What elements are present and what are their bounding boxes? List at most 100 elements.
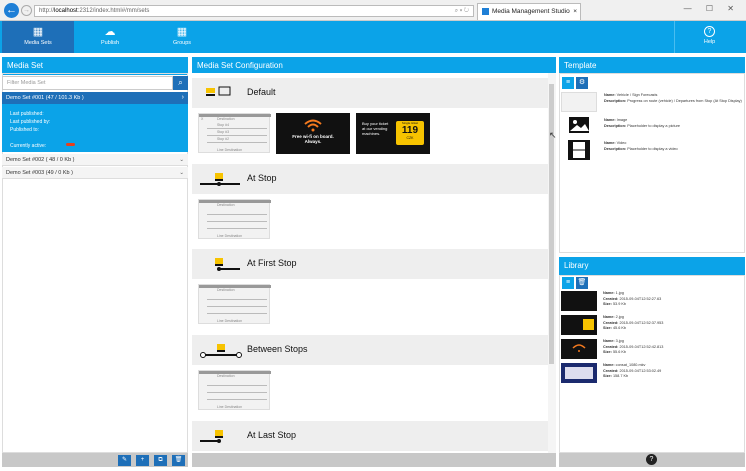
template-line — [207, 214, 267, 215]
file-name: 3.jpg — [615, 339, 624, 343]
media-set-item[interactable]: Demo Set #002 ( 48 / 0 Kb ) ⌄ — [2, 154, 188, 166]
description-label: Description: — [604, 98, 627, 103]
template-preview[interactable]: Destination Line Destination — [198, 370, 271, 410]
left-footer: ✎ + ⧉ 🗑 — [2, 453, 188, 467]
template-line — [207, 228, 267, 229]
currently-active-label: Currently active: — [10, 142, 188, 150]
library-item[interactable]: Name: 2.jpg Created: 2015-09-04T12:52:37… — [603, 315, 663, 332]
media-set-item-selected[interactable]: Demo Set #001 (47 / 101.3 Kb ) › — [2, 92, 188, 104]
wifi-icon — [572, 344, 586, 352]
back-button[interactable]: ← — [4, 3, 19, 18]
browser-chrome: ← → http://localhost:2312/index.html#/mm… — [0, 0, 746, 21]
center-scrollbar-thumb[interactable] — [549, 84, 554, 364]
template-text: Line Destination — [217, 234, 243, 238]
created-label: Created: — [603, 368, 619, 373]
tab-title: Media Management Studio — [492, 8, 570, 15]
template-line — [207, 306, 267, 307]
nav-media-sets[interactable]: ▦ Media Sets — [2, 21, 74, 53]
media-set-item[interactable]: Demo Set #003 (49 / 0 Kb ) ⌄ — [2, 167, 188, 179]
template-name: Video — [616, 141, 627, 145]
file-created: 2015-09-04T12:52:42.813 — [619, 344, 664, 349]
template-thumbnail[interactable] — [561, 92, 597, 112]
address-bar[interactable]: http://localhost:2312/index.html#/mm/set… — [34, 5, 474, 17]
bus-between-stops-icon — [200, 344, 242, 358]
price-value: 119 — [401, 125, 419, 136]
template-text: Destination — [217, 374, 235, 378]
library-thumbnail[interactable] — [561, 291, 597, 311]
template-text: Destination — [217, 117, 235, 121]
template-line — [207, 399, 267, 400]
library-thumbnail[interactable] — [561, 315, 597, 335]
template-item[interactable]: Name: Image Description: Placeholder to … — [604, 118, 742, 129]
template-text: X — [201, 117, 204, 121]
search-button[interactable]: ⌕ — [173, 76, 188, 90]
bus-at-first-stop-icon — [215, 258, 240, 271]
name-label: Name: — [603, 315, 615, 319]
template-text: Line Destination — [217, 319, 243, 323]
template-item[interactable]: Name: Video Description: Placeholder to … — [604, 141, 742, 152]
library-item[interactable]: Name: consat_1080.mkv Created: 2015-09-0… — [603, 363, 661, 380]
settings-button[interactable]: ⚙ — [576, 77, 588, 89]
chevron-right-icon: › — [181, 94, 184, 101]
ticket-ad-image[interactable]: Buy your ticket at our vending machines.… — [356, 113, 430, 154]
bus-at-last-stop-icon — [200, 430, 223, 443]
active-toggle-icon[interactable] — [65, 142, 75, 147]
url-rest: :2312/index.html#/mm/sets — [77, 8, 150, 14]
media-sets-icon: ▦ — [32, 26, 44, 38]
browser-tab[interactable]: Media Management Studio × — [477, 3, 581, 20]
url-controls[interactable]: ⌕ ▾ ↻ — [455, 6, 469, 16]
video-icon[interactable] — [568, 140, 590, 160]
template-line — [207, 221, 267, 222]
library-delete-button[interactable]: 🗑 — [576, 277, 588, 289]
nav-groups[interactable]: ▦ Groups — [146, 21, 218, 53]
state-label: At Stop — [247, 173, 277, 183]
state-default-header[interactable]: Default — [192, 78, 548, 108]
image-icon[interactable] — [568, 116, 590, 134]
library-list-view-button[interactable]: ≡ — [562, 277, 574, 289]
name-label: Name: — [603, 339, 615, 343]
nav-help[interactable]: ? Help — [674, 21, 744, 53]
template-preview[interactable]: Destination Line Destination — [198, 199, 271, 239]
last-published-by-label: Last published by: — [10, 119, 51, 125]
delete-button[interactable]: 🗑 — [172, 455, 185, 466]
filter-input[interactable]: Filter Media Set — [2, 76, 173, 90]
library-item[interactable]: Name: 3.jpg Created: 2015-09-04T12:52:42… — [603, 339, 663, 356]
add-button[interactable]: + — [136, 455, 149, 466]
url-prefix: http:// — [39, 8, 55, 14]
library-thumbnail[interactable] — [561, 363, 597, 383]
template-preview[interactable]: Destination Line Destination — [198, 284, 271, 324]
template-preview[interactable]: X Destination Stop #4 Stop #3 Stop #2 Li… — [198, 113, 271, 153]
state-at-stop-header[interactable]: At Stop — [192, 164, 548, 194]
template-line — [207, 142, 267, 143]
duplicate-button[interactable]: ⧉ — [154, 455, 167, 466]
file-name: 1.jpg — [615, 291, 624, 295]
wifi-ad-image[interactable]: Free wi-fi on board. Always. — [276, 113, 350, 154]
mouse-cursor-icon: ↖ — [549, 130, 557, 140]
template-text: Line Destination — [217, 148, 243, 152]
state-at-last-stop-header[interactable]: At Last Stop — [192, 421, 548, 451]
forward-button[interactable]: → — [21, 5, 32, 16]
edit-button[interactable]: ✎ — [118, 455, 131, 466]
library-item[interactable]: Name: 1.jpg Created: 2015-09-04T12:52:27… — [603, 291, 661, 308]
template-bar — [199, 285, 271, 288]
size-label: Size: — [603, 374, 612, 378]
center-footer — [192, 453, 556, 467]
price-badge: Single ticket 119 CZK — [396, 121, 424, 145]
top-navigation: ▦ Media Sets ☁ Publish ▦ Groups ? Help — [0, 21, 746, 53]
state-between-stops-header[interactable]: Between Stops — [192, 335, 548, 365]
template-item[interactable]: Name: Vehicle / Sign Forecasts Descripti… — [604, 93, 742, 104]
size-label: Size: — [603, 350, 612, 354]
state-at-first-stop-header[interactable]: At First Stop — [192, 249, 548, 279]
library-header: Library — [559, 257, 745, 275]
name-label: Name: — [604, 93, 616, 97]
name-label: Name: — [604, 118, 616, 122]
media-set-details: Last published: Last published by: Publi… — [2, 104, 188, 152]
nav-publish[interactable]: ☁ Publish — [74, 21, 146, 53]
list-view-button[interactable]: ≡ — [562, 77, 574, 89]
help-circle-icon[interactable]: ? — [646, 454, 657, 465]
window-controls[interactable]: — ☐ ✕ — [684, 4, 740, 13]
file-size: 45.6 Kb — [612, 326, 627, 330]
tab-close-icon[interactable]: × — [573, 4, 577, 19]
library-thumbnail[interactable] — [561, 339, 597, 359]
